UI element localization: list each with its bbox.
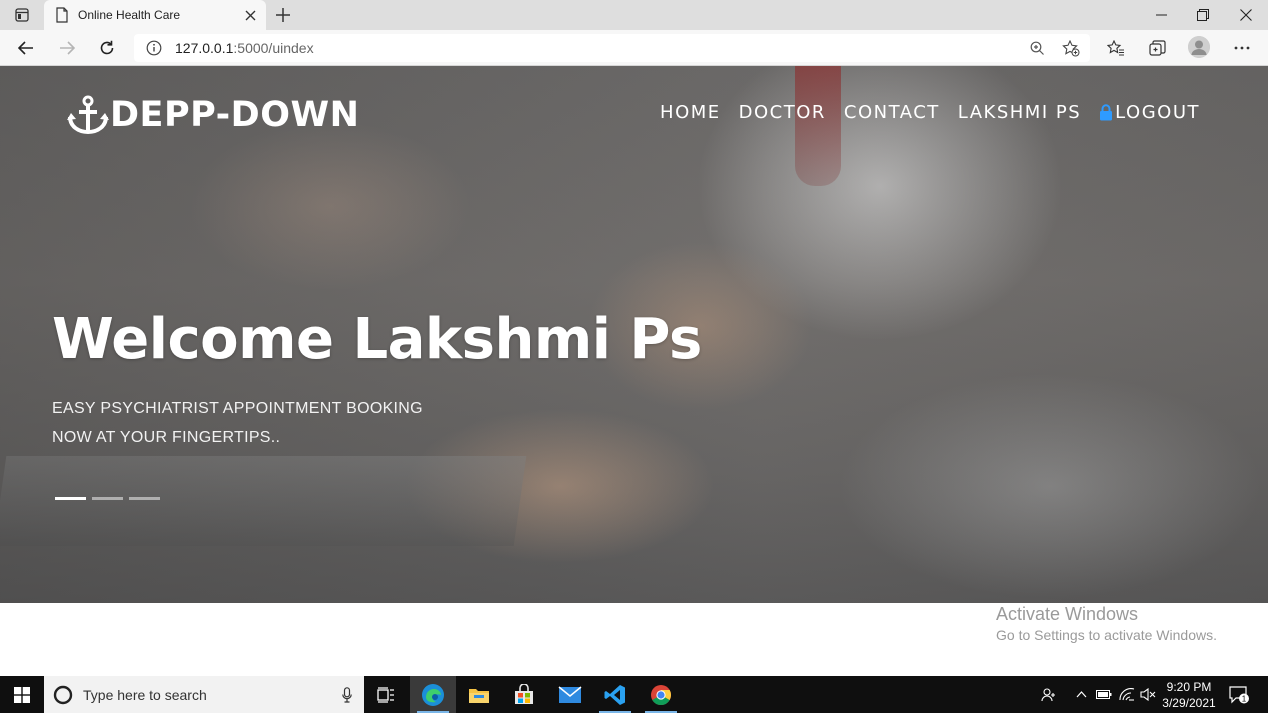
nav-doctor[interactable]: DOCTOR (739, 102, 826, 123)
notification-count: 1 (1242, 694, 1247, 703)
nav-contact[interactable]: CONTACT (844, 102, 940, 123)
collections-icon[interactable] (1142, 34, 1172, 62)
windows-logo-icon (14, 686, 30, 703)
battery-icon[interactable] (1094, 676, 1114, 713)
address-bar[interactable]: 127.0.0.1:5000/uindex (134, 34, 1090, 62)
microsoft-store-icon[interactable] (501, 676, 547, 713)
taskbar-search-box[interactable]: Type here to search (44, 676, 364, 713)
zoom-icon[interactable] (1026, 38, 1048, 58)
brand-name: DEPP-DOWN (110, 95, 360, 135)
cortana-icon (53, 685, 73, 704)
taskbar-search-placeholder: Type here to search (83, 686, 207, 703)
hero-subtitle-line2: NOW AT YOUR FINGERTIPS.. (52, 429, 281, 446)
people-icon[interactable] (1038, 676, 1060, 713)
favorites-icon[interactable] (1101, 34, 1131, 62)
watermark-title: Activate Windows (996, 604, 1139, 624)
close-tab-icon[interactable] (240, 5, 260, 25)
url-host: 127.0.0.1 (175, 40, 234, 56)
watermark-subtitle: Go to Settings to activate Windows. (996, 627, 1217, 643)
nav-logout-label: LOGOUT (1115, 102, 1200, 123)
taskbar-clock[interactable]: 9:20 PM 3/29/2021 (1160, 679, 1218, 711)
site-info-icon[interactable] (146, 40, 162, 56)
activate-windows-watermark: Activate Windows Go to Settings to activ… (996, 604, 1217, 643)
task-view-icon[interactable] (363, 676, 409, 713)
url-path: :5000/uindex (233, 40, 314, 56)
nav-user-profile[interactable]: LAKSHMI PS (958, 102, 1081, 123)
nav-home[interactable]: HOME (660, 102, 721, 123)
forward-icon[interactable] (52, 34, 82, 62)
action-center-notification-icon[interactable]: 1 (1226, 676, 1252, 713)
volume-muted-icon[interactable] (1138, 676, 1158, 713)
carousel-indicator-3[interactable] (129, 497, 160, 500)
anchor-icon (67, 95, 109, 135)
carousel-indicator-1[interactable] (55, 497, 86, 500)
mail-icon[interactable] (547, 676, 593, 713)
profile-avatar-icon[interactable] (1188, 36, 1210, 58)
browser-tab-bar: Online Health Care (0, 0, 1268, 30)
hero-title: Welcome Lakshmi Ps (52, 307, 702, 372)
wifi-icon[interactable] (1117, 676, 1137, 713)
nav-logout[interactable]: LOGOUT (1099, 102, 1200, 123)
edge-browser-icon[interactable] (410, 676, 456, 713)
close-window-icon[interactable] (1225, 0, 1267, 30)
show-hidden-icons-chevron-up-icon[interactable] (1071, 676, 1091, 713)
file-explorer-icon[interactable] (456, 676, 502, 713)
browser-toolbar: 127.0.0.1:5000/uindex (0, 30, 1268, 66)
start-button[interactable] (0, 676, 44, 713)
lock-icon (1100, 104, 1113, 121)
clock-time: 9:20 PM (1166, 680, 1212, 694)
restore-icon[interactable] (1182, 0, 1224, 30)
microphone-icon[interactable] (342, 686, 352, 703)
tab-actions-icon[interactable] (8, 6, 36, 24)
brand-logo[interactable]: DEPP-DOWN (67, 95, 359, 135)
windows-taskbar: Type here to search 9:20 PM 3/29/2021 1 (0, 676, 1268, 713)
chrome-icon[interactable] (638, 676, 684, 713)
hero-subtitle-line1: EASY PSYCHIATRIST APPOINTMENT BOOKING (52, 400, 423, 417)
tab-title: Online Health Care (78, 8, 181, 22)
page-icon (56, 7, 68, 23)
back-icon[interactable] (11, 34, 41, 62)
carousel-indicators (55, 497, 166, 500)
carousel-indicator-2[interactable] (92, 497, 123, 500)
browser-tab[interactable]: Online Health Care (44, 0, 266, 30)
vscode-icon[interactable] (592, 676, 638, 713)
refresh-icon[interactable] (92, 34, 122, 62)
more-options-icon[interactable] (1227, 34, 1257, 62)
hero-subtitle: EASY PSYCHIATRIST APPOINTMENT BOOKING NO… (52, 394, 423, 452)
clock-date: 3/29/2021 (1162, 696, 1216, 710)
url-text: 127.0.0.1:5000/uindex (175, 40, 314, 56)
new-tab-icon[interactable] (272, 4, 294, 26)
minimize-icon[interactable] (1140, 0, 1182, 30)
main-nav: HOME DOCTOR CONTACT LAKSHMI PS LOGOUT (642, 102, 1200, 123)
add-favorite-icon[interactable] (1060, 38, 1082, 58)
